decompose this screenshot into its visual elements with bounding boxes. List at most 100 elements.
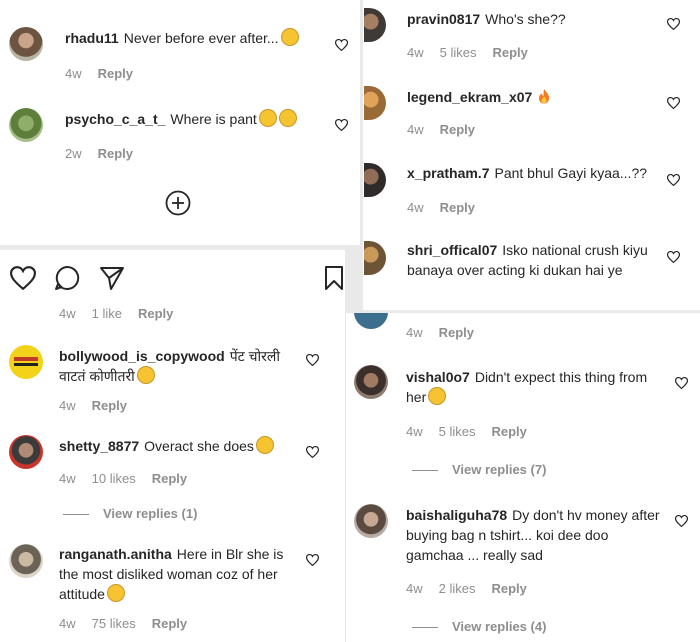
avatar[interactable] xyxy=(9,108,43,142)
sad-emoji-icon xyxy=(258,109,277,127)
view-replies-button[interactable]: View replies (4) xyxy=(412,619,546,634)
avatar[interactable] xyxy=(364,241,386,275)
comment-body: Never before ever after... xyxy=(123,30,279,46)
avatar[interactable] xyxy=(9,435,43,469)
avatar[interactable] xyxy=(9,544,43,578)
comment-meta: 4w 5 likes Reply xyxy=(407,45,544,60)
reply-button[interactable]: Reply xyxy=(92,398,127,413)
comment-username[interactable]: bollywood_is_copywood xyxy=(59,348,225,364)
comment-likes[interactable]: 2 likes xyxy=(439,581,476,596)
comment-text: legend_ekram_x07 xyxy=(407,87,657,107)
comment-username[interactable]: shetty_8877 xyxy=(59,438,139,454)
like-heart-icon[interactable] xyxy=(667,97,680,109)
reply-button[interactable]: Reply xyxy=(491,581,526,596)
reply-button[interactable]: Reply xyxy=(492,45,527,60)
neutral-emoji-icon xyxy=(278,109,297,127)
comment-meta: 4w 75 likes Reply xyxy=(59,616,203,631)
comment-text: bollywood_is_copywood पेंट चोरली वाटतं को… xyxy=(59,346,309,386)
bookmark-icon[interactable] xyxy=(324,265,344,291)
laugh-emoji-icon xyxy=(136,366,155,384)
top-left-panel: rhadu11 Never before ever after... 4w Repl… xyxy=(0,0,360,245)
fire-emoji-icon xyxy=(539,89,550,104)
avatar[interactable] xyxy=(364,86,386,120)
comment-text: ranganath.anitha Here in Blr she is the m… xyxy=(59,544,299,604)
reply-button[interactable]: Reply xyxy=(98,66,133,81)
comment-username[interactable]: shri_offical07 xyxy=(407,242,497,258)
comment-username[interactable]: ranganath.anitha xyxy=(59,546,172,562)
comment-text: pravin0817 Who's she?? xyxy=(407,9,657,29)
comment-meta: 4w Reply xyxy=(407,122,491,137)
comment-text: psycho_c_a_t_ Where is pant xyxy=(65,109,325,129)
comment-meta: 4w 10 likes Reply xyxy=(59,471,203,486)
reply-button[interactable]: Reply xyxy=(440,200,475,215)
share-icon[interactable] xyxy=(99,265,125,291)
view-replies-label[interactable]: View replies (1) xyxy=(103,506,197,521)
avatar[interactable] xyxy=(354,504,388,538)
view-replies-label[interactable]: View replies (7) xyxy=(452,462,546,477)
smirk-emoji-icon xyxy=(255,436,274,454)
like-heart-icon[interactable] xyxy=(306,446,319,458)
view-replies-button[interactable]: View replies (1) xyxy=(63,506,197,521)
like-heart-icon[interactable] xyxy=(667,18,680,30)
comment-meta: 4w 2 likes Reply xyxy=(406,581,543,596)
comment-meta: 4w Reply xyxy=(59,398,143,413)
comment-time: 4w xyxy=(59,398,76,413)
comment-likes[interactable]: 10 likes xyxy=(92,471,136,486)
reply-button[interactable]: Reply xyxy=(440,122,475,137)
divider-line xyxy=(412,627,438,629)
avatar[interactable] xyxy=(9,27,43,61)
reply-button[interactable]: Reply xyxy=(152,616,187,631)
like-heart-icon[interactable] xyxy=(675,377,688,389)
comment-time: 4w xyxy=(407,45,424,60)
heart-icon[interactable] xyxy=(10,266,36,290)
comment-time: 4w xyxy=(59,306,76,321)
comment-time: 4w xyxy=(59,471,76,486)
comment-meta: 4w Reply xyxy=(407,200,491,215)
reply-button[interactable]: Reply xyxy=(152,471,187,486)
like-heart-icon[interactable] xyxy=(675,515,688,527)
reply-button[interactable]: Reply xyxy=(98,146,133,161)
comment-username[interactable]: vishal0o7 xyxy=(406,369,470,385)
top-right-panel: pravin0817 Who's she?? 4w 5 likes Reply leg… xyxy=(363,0,700,310)
comment-time: 4w xyxy=(406,325,423,340)
reply-button[interactable]: Reply xyxy=(138,306,173,321)
avatar[interactable] xyxy=(354,365,388,399)
sad-emoji-icon xyxy=(106,584,125,602)
comment-username[interactable]: rhadu11 xyxy=(65,30,119,46)
like-heart-icon[interactable] xyxy=(335,39,348,51)
avatar[interactable] xyxy=(364,163,386,197)
comment-username[interactable]: baishaliguha78 xyxy=(406,507,507,523)
comment-username[interactable]: pravin0817 xyxy=(407,11,480,27)
comment-body: Pant bhul Gayi kyaa...?? xyxy=(494,165,648,181)
comment-time: 4w xyxy=(59,616,76,631)
like-heart-icon[interactable] xyxy=(306,354,319,366)
reply-button[interactable]: Reply xyxy=(439,325,474,340)
comment-username[interactable]: psycho_c_a_t_ xyxy=(65,111,165,127)
comment-icon[interactable] xyxy=(54,265,80,291)
bottom-left-panel: 4w 1 like Reply bollywood_is_copywood पेंट … xyxy=(0,250,345,642)
avatar[interactable] xyxy=(364,8,386,42)
comment-time: 4w xyxy=(406,581,423,596)
like-heart-icon[interactable] xyxy=(306,554,319,566)
comment-likes[interactable]: 5 likes xyxy=(439,424,476,439)
comment-meta: 4w 5 likes Reply xyxy=(406,424,543,439)
reply-button[interactable]: Reply xyxy=(491,424,526,439)
comment-likes[interactable]: 75 likes xyxy=(92,616,136,631)
avatar[interactable] xyxy=(9,345,43,379)
add-circle-icon[interactable] xyxy=(165,190,191,216)
comment-text: x_pratham.7 Pant bhul Gayi kyaa...?? xyxy=(407,163,667,183)
comment-time: 4w xyxy=(406,424,423,439)
like-heart-icon[interactable] xyxy=(667,174,680,186)
like-heart-icon[interactable] xyxy=(335,119,348,131)
comment-time: 2w xyxy=(65,146,82,161)
like-heart-icon[interactable] xyxy=(667,251,680,263)
comment-time: 4w xyxy=(407,122,424,137)
view-replies-label[interactable]: View replies (4) xyxy=(452,619,546,634)
comment-username[interactable]: legend_ekram_x07 xyxy=(407,89,532,105)
comment-likes[interactable]: 1 like xyxy=(92,306,122,321)
comment-likes[interactable]: 5 likes xyxy=(440,45,477,60)
comment-text: shetty_8877 Overact she does xyxy=(59,436,309,456)
avatar[interactable] xyxy=(354,313,388,329)
view-replies-button[interactable]: View replies (7) xyxy=(412,462,546,477)
comment-username[interactable]: x_pratham.7 xyxy=(407,165,489,181)
